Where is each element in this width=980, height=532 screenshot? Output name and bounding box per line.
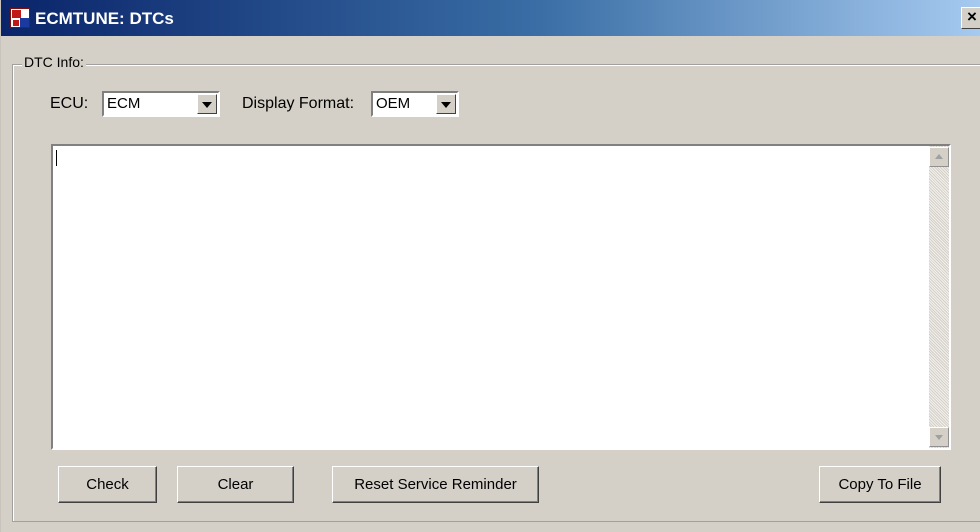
text-caret: [56, 150, 57, 166]
display-format-select[interactable]: OEM: [371, 91, 459, 117]
dtc-window: ECMTUNE: DTCs × DTC Info: ECU: ECM Displ…: [0, 0, 980, 532]
clear-button[interactable]: Clear: [177, 466, 294, 503]
close-button[interactable]: ×: [961, 7, 980, 29]
ecmtune-app-icon[interactable]: [10, 8, 30, 28]
dtc-info-label: DTC Info:: [22, 54, 86, 70]
chevron-down-icon[interactable]: [436, 94, 456, 114]
chevron-down-icon[interactable]: [197, 94, 217, 114]
display-format-select-value: OEM: [376, 95, 411, 112]
ecu-select[interactable]: ECM: [102, 91, 220, 117]
display-format-label: Display Format:: [242, 95, 355, 112]
title-bar[interactable]: ECMTUNE: DTCs: [1, 0, 980, 36]
scroll-down-arrow-icon[interactable]: [929, 427, 949, 447]
dtc-output-textarea[interactable]: [51, 144, 951, 450]
vertical-scrollbar[interactable]: [929, 146, 949, 448]
ecu-label: ECU:: [50, 95, 89, 112]
copy-to-file-button[interactable]: Copy To File: [819, 466, 941, 503]
check-button[interactable]: Check: [58, 466, 157, 503]
reset-service-reminder-button[interactable]: Reset Service Reminder: [332, 466, 539, 503]
ecu-select-value: ECM: [107, 95, 141, 112]
window-title: ECMTUNE: DTCs: [35, 9, 174, 28]
scroll-up-arrow-icon[interactable]: [929, 147, 949, 167]
